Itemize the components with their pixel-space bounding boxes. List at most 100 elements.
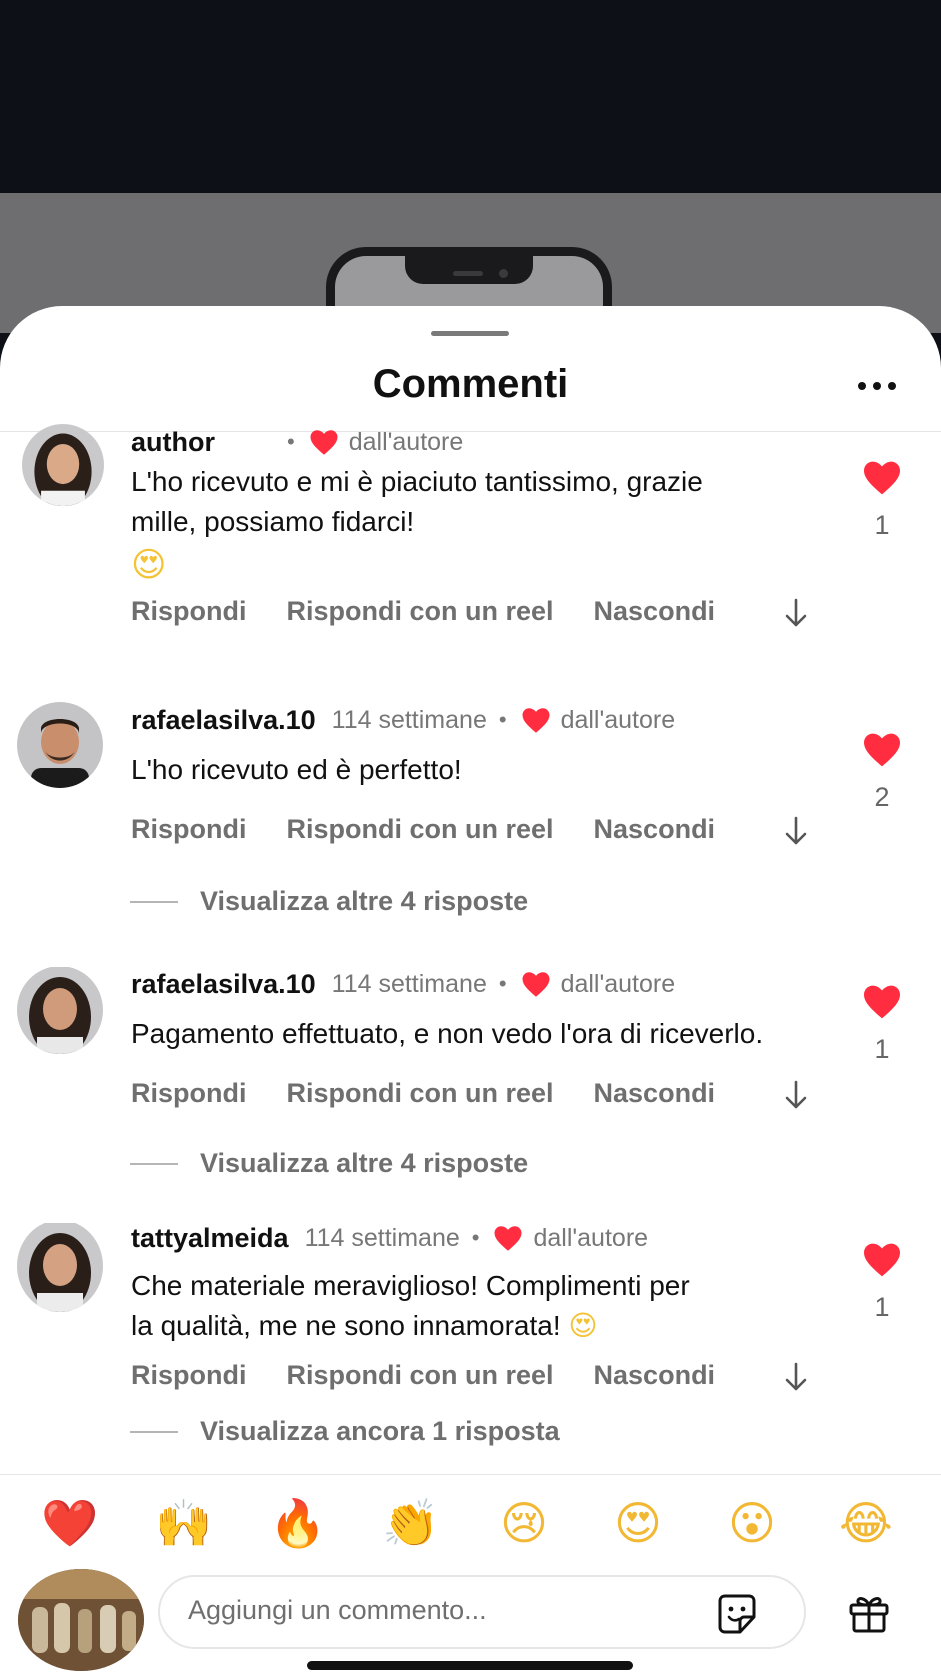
comment-emoji: 😍: [131, 545, 167, 585]
view-replies-label: Visualizza altre 4 risposte: [200, 1148, 529, 1178]
separator-dot: •: [498, 971, 507, 996]
heart-icon: [522, 971, 550, 997]
like-count: 1: [874, 510, 890, 540]
timestamp: 114 settimane: [331, 969, 487, 998]
view-replies-button[interactable]: Visualizza altre 4 risposte: [130, 886, 528, 917]
like-column: 1: [860, 460, 904, 541]
username[interactable]: rafaelasilva.10: [131, 705, 316, 736]
reply-with-reel-button[interactable]: Rispondi con un reel: [287, 1078, 554, 1109]
username[interactable]: rafaelasilva.10: [131, 969, 316, 1000]
arrow-down-icon[interactable]: [784, 598, 808, 628]
comment-text-line: la qualità, me ne sono innamorata!: [131, 1310, 561, 1341]
arrow-down-icon[interactable]: [784, 1080, 808, 1110]
avatar[interactable]: [17, 966, 103, 1054]
comment-text: Che materiale meraviglioso! Complimenti …: [131, 1266, 771, 1346]
quick-reactions: ❤️ 🙌 🔥 👏 😢 😍 😮 😂: [0, 1493, 941, 1557]
reaction-heart[interactable]: ❤️: [40, 1493, 100, 1553]
comment-meta: rafaelasilva.10 114 settimane • dall'aut…: [131, 966, 675, 1002]
hide-button[interactable]: Nascondi: [594, 596, 716, 627]
like-count: 1: [874, 1292, 890, 1322]
reaction-bar: ❤️ 🙌 🔥 👏 😢 😍 😮 😂 Aggiungi un commento...: [0, 1474, 941, 1672]
avatar[interactable]: [22, 424, 104, 506]
reply-with-reel-button[interactable]: Rispondi con un reel: [287, 1360, 554, 1391]
heart-icon[interactable]: [862, 1242, 902, 1278]
avatar[interactable]: [17, 702, 103, 788]
view-replies-label: Visualizza ancora 1 risposta: [200, 1416, 560, 1446]
comment-composer: Aggiungi un commento...: [0, 1569, 941, 1671]
replies-divider-line: [130, 1430, 178, 1433]
video-background-dark: [0, 0, 941, 193]
phone-notch: [405, 254, 533, 284]
comment-input-placeholder: Aggiungi un commento...: [188, 1595, 487, 1625]
heart-icon[interactable]: [862, 732, 902, 768]
comment-text: L'ho ricevuto e mi è piaciuto tantissimo…: [131, 462, 771, 588]
comment-text-line: mille, possiamo fidarci!: [131, 506, 415, 537]
heart-icon[interactable]: [862, 460, 902, 496]
reaction-heart-eyes[interactable]: 😍: [608, 1493, 668, 1553]
reply-button[interactable]: Rispondi: [131, 1078, 247, 1109]
comment-text-line: Pagamento effettuato, e non vedo l'ora d…: [131, 1018, 764, 1049]
reaction-raising-hands[interactable]: 🙌: [154, 1493, 214, 1553]
reaction-crying[interactable]: 😢: [494, 1493, 554, 1553]
username[interactable]: author: [131, 427, 215, 458]
comment-actions: Rispondi Rispondi con un reel Nascondi: [131, 596, 755, 627]
like-count: 1: [874, 1034, 890, 1064]
comment-actions: Rispondi Rispondi con un reel Nascondi: [131, 1078, 755, 1109]
gift-icon[interactable]: [846, 1589, 892, 1635]
hide-button[interactable]: Nascondi: [594, 1078, 716, 1109]
sheet-grabber[interactable]: [431, 331, 509, 336]
replies-divider-line: [130, 1162, 178, 1165]
reply-button[interactable]: Rispondi: [131, 814, 247, 845]
reply-with-reel-button[interactable]: Rispondi con un reel: [287, 596, 554, 627]
liked-by-author-label: dall'autore: [560, 705, 676, 734]
my-avatar[interactable]: [18, 1569, 144, 1671]
reaction-surprised[interactable]: 😮: [722, 1493, 782, 1553]
reaction-clapping[interactable]: 👏: [381, 1493, 441, 1553]
like-count: 2: [874, 782, 890, 812]
reaction-laughing[interactable]: 😂: [836, 1493, 896, 1553]
heart-icon: [494, 1225, 522, 1251]
like-column: 1: [860, 984, 904, 1065]
comment-input[interactable]: Aggiungi un commento...: [158, 1575, 806, 1649]
comment-meta: tattyalmeida 114 settimane • dall'autore: [131, 1220, 648, 1256]
comment-meta: author • dall'autore: [131, 424, 463, 460]
home-indicator: [307, 1661, 633, 1670]
like-column: 2: [860, 732, 904, 813]
reply-button[interactable]: Rispondi: [131, 596, 247, 627]
comment-emoji: 😍: [568, 1309, 598, 1342]
hide-button[interactable]: Nascondi: [594, 1360, 716, 1391]
comment-actions: Rispondi Rispondi con un reel Nascondi: [131, 1360, 755, 1391]
sheet-title: Commenti: [372, 362, 569, 406]
liked-by-author-label: dall'autore: [533, 1223, 649, 1252]
hide-button[interactable]: Nascondi: [594, 814, 716, 845]
view-replies-label: Visualizza altre 4 risposte: [200, 886, 529, 916]
heart-icon: [310, 429, 338, 455]
timestamp: 114 settimane: [331, 705, 487, 734]
arrow-down-icon[interactable]: [784, 816, 808, 846]
username[interactable]: tattyalmeida: [131, 1223, 289, 1254]
sticker-icon[interactable]: [714, 1591, 760, 1637]
comment-text-line: L'ho ricevuto e mi è piaciuto tantissimo…: [131, 466, 703, 497]
comment-text-line: Che materiale meraviglioso! Complimenti …: [131, 1270, 690, 1301]
reply-button[interactable]: Rispondi: [131, 1360, 247, 1391]
comment-actions: Rispondi Rispondi con un reel Nascondi: [131, 814, 755, 845]
more-options-icon[interactable]: [858, 382, 896, 392]
liked-by-author-label: dall'autore: [560, 969, 676, 998]
view-replies-button[interactable]: Visualizza ancora 1 risposta: [130, 1416, 560, 1447]
liked-by-author-label: dall'autore: [348, 427, 464, 456]
heart-icon[interactable]: [862, 984, 902, 1020]
reply-with-reel-button[interactable]: Rispondi con un reel: [287, 814, 554, 845]
view-replies-button[interactable]: Visualizza altre 4 risposte: [130, 1148, 528, 1179]
reaction-fire[interactable]: 🔥: [268, 1493, 328, 1553]
avatar[interactable]: [17, 1220, 103, 1312]
separator-dot: •: [471, 1225, 480, 1250]
arrow-down-icon[interactable]: [784, 1362, 808, 1392]
comment-text: L'ho ricevuto ed è perfetto!: [131, 750, 771, 790]
separator-dot: •: [498, 707, 507, 732]
heart-icon: [522, 707, 550, 733]
timestamp: 114 settimane: [304, 1223, 460, 1252]
comment-meta: rafaelasilva.10 114 settimane • dall'aut…: [131, 702, 675, 738]
comment-text: Pagamento effettuato, e non vedo l'ora d…: [131, 1014, 831, 1054]
replies-divider-line: [130, 900, 178, 903]
comments-sheet: Commenti author • dall'autore L'ho ricev…: [0, 306, 941, 1672]
